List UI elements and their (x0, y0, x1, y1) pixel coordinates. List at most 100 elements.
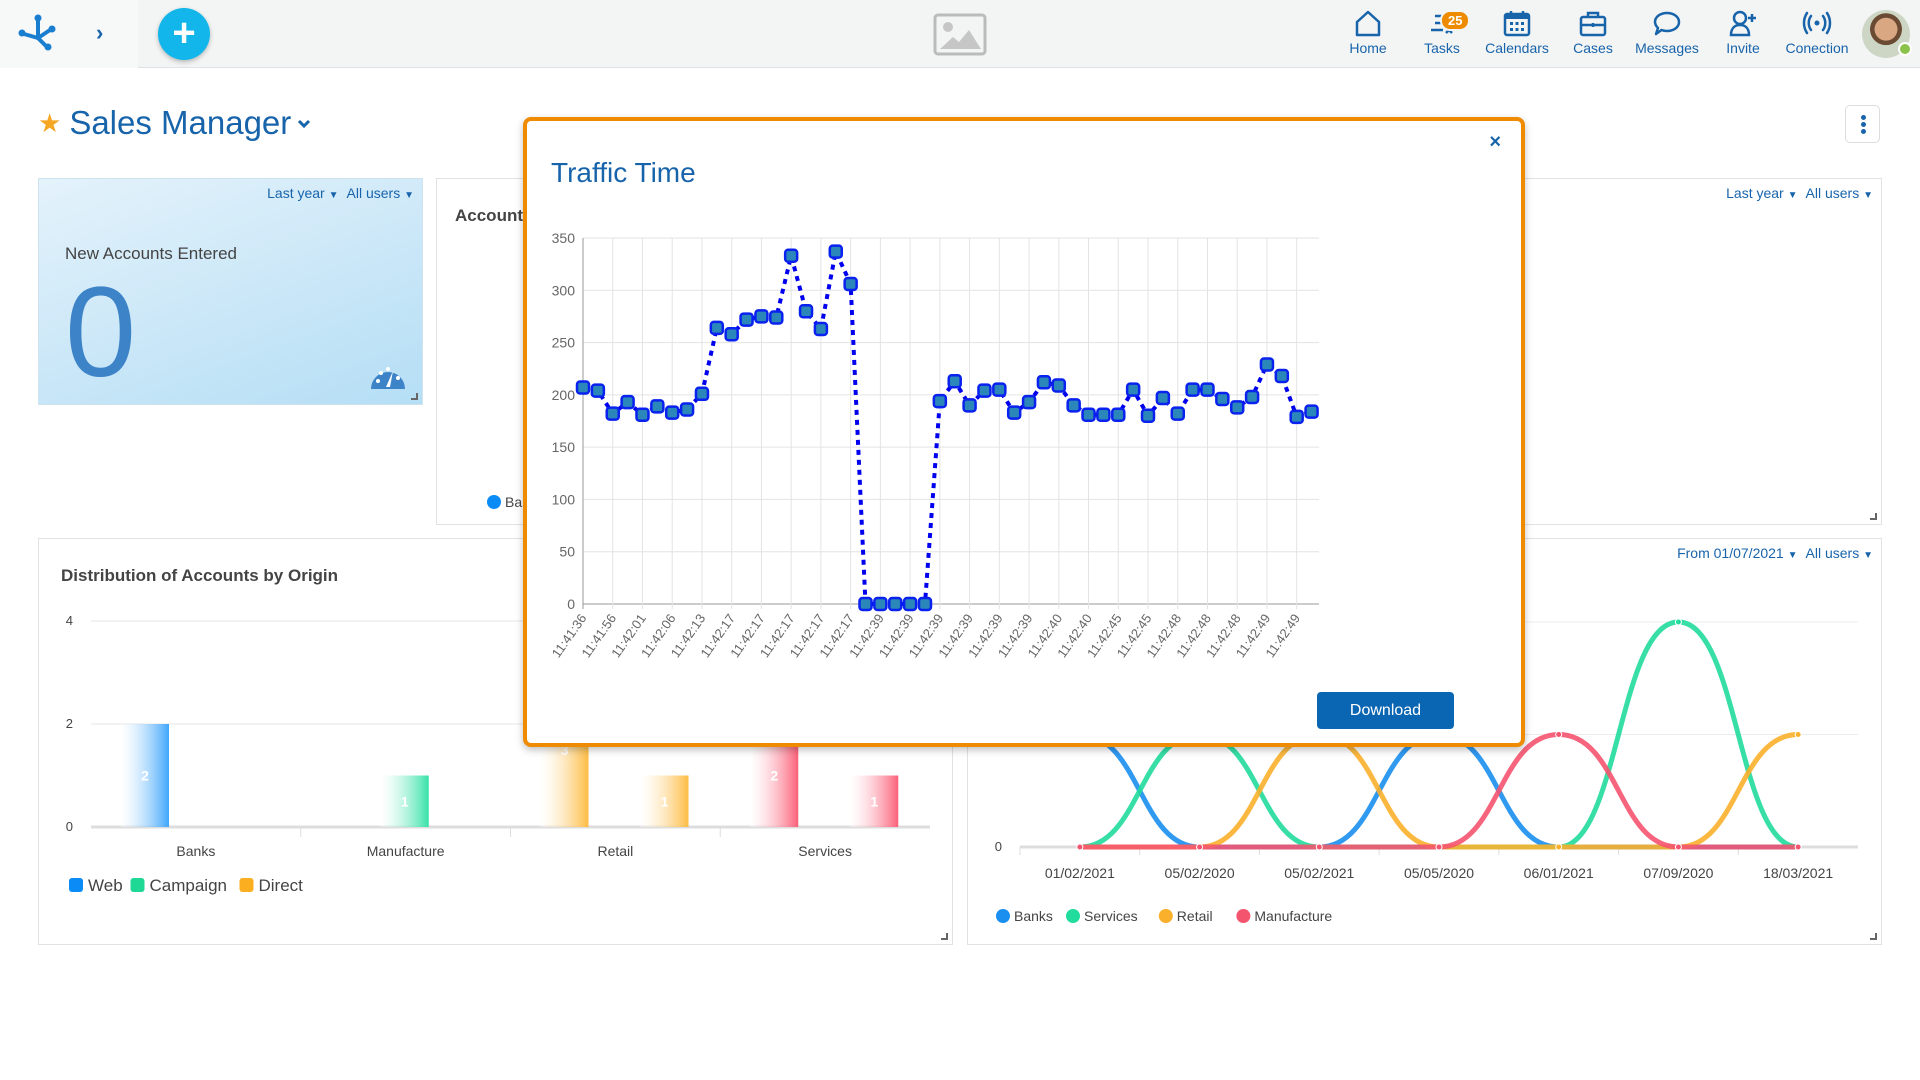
nav-label: Home (1349, 40, 1387, 56)
users-filter[interactable]: All users ▼ (347, 185, 414, 201)
nav-tasks[interactable]: 25 Tasks (1422, 8, 1471, 64)
y-tick-label: 4 (66, 613, 73, 628)
legend-label: Direct (259, 876, 304, 895)
briefcase-icon (1579, 11, 1607, 37)
expand-sidebar-button[interactable]: › (96, 20, 103, 46)
data-point (1096, 407, 1111, 422)
legend-label: Web (88, 876, 123, 895)
nav-messages[interactable]: Messages (1634, 8, 1700, 64)
data-point (1229, 400, 1245, 415)
data-point (694, 386, 710, 402)
add-button[interactable]: + (158, 8, 210, 60)
favorite-star-icon[interactable]: ★ (38, 108, 61, 139)
data-point (828, 244, 844, 259)
bar-value-label: 2 (770, 768, 778, 784)
data-point (1066, 398, 1081, 413)
users-filter[interactable]: All users ▼ (1806, 185, 1873, 201)
data-point (1555, 843, 1563, 851)
data-point (709, 320, 725, 336)
resize-handle[interactable] (1870, 513, 1877, 520)
data-point (992, 382, 1007, 397)
period-filter[interactable]: Last year ▼ (267, 185, 338, 201)
resize-handle[interactable] (941, 933, 948, 940)
data-point (650, 399, 665, 414)
legend-label: Retail (1177, 908, 1213, 924)
nav-cases[interactable]: Cases (1573, 8, 1613, 64)
data-point (932, 393, 948, 409)
chevron-down-icon: ▼ (404, 190, 414, 201)
traffic-line-chart: 05010015020025030035011:41:3611:41:5611:… (549, 230, 1319, 660)
download-button[interactable]: Download (1317, 692, 1454, 729)
x-category-label: 01/02/2021 (1045, 865, 1115, 881)
data-point (902, 596, 918, 612)
page-title[interactable]: ★ Sales Manager (38, 104, 311, 142)
nav-calendars[interactable]: Calendars (1485, 8, 1549, 64)
bar-value-label: 1 (661, 793, 669, 809)
traffic-time-modal: Traffic Time × 0 50 100 150 200 250 300 350 11:4… (523, 117, 1525, 747)
legend-swatch (239, 878, 254, 892)
nav-invite[interactable]: Invite (1724, 8, 1762, 64)
nav-conection[interactable]: Conection (1785, 8, 1849, 64)
chevron-down-icon[interactable] (297, 113, 311, 134)
legend-swatch (69, 878, 83, 892)
y-tick-label: 50 (559, 544, 575, 560)
data-point (1289, 409, 1304, 425)
data-point (1140, 408, 1156, 424)
data-point (1021, 394, 1037, 410)
data-point (1674, 843, 1682, 851)
data-point (1200, 382, 1215, 397)
widget-filters: Last year ▼ All users ▼ (1726, 185, 1873, 201)
home-icon (1355, 10, 1381, 37)
data-point (1196, 843, 1204, 851)
legend-item[interactable]: Ba (487, 494, 522, 510)
data-point (1006, 405, 1022, 420)
y-tick-label: 0 (567, 596, 575, 612)
x-category-label: Manufacture (367, 843, 445, 859)
data-point (813, 321, 829, 337)
legend-label: Ba (505, 494, 523, 510)
nav-home[interactable]: Home (1349, 8, 1387, 64)
data-point (1125, 382, 1141, 397)
more-options-button[interactable] (1845, 105, 1880, 143)
data-point (1435, 843, 1443, 851)
data-point (1674, 618, 1682, 626)
widget-filters: Last year ▼ All users ▼ (267, 185, 414, 201)
y-tick-label: 300 (552, 282, 576, 298)
nav-label: Cases (1573, 40, 1613, 56)
y-tick-label: 0 (66, 819, 73, 834)
data-point (917, 596, 933, 612)
app-logo-icon[interactable] (16, 12, 60, 52)
x-category-label: 07/09/2020 (1643, 865, 1713, 881)
nav-label: Calendars (1485, 40, 1549, 56)
data-point (1555, 731, 1563, 738)
legend-dot (1158, 909, 1173, 923)
nav-label: Invite (1726, 40, 1760, 56)
y-tick-label: 100 (552, 491, 576, 507)
period-filter[interactable]: Last year ▼ (1726, 185, 1797, 201)
data-point (590, 383, 606, 398)
resize-handle[interactable] (411, 393, 418, 400)
data-point (962, 398, 977, 413)
resize-handle[interactable] (1870, 933, 1877, 940)
chat-bubble-icon (1653, 11, 1681, 36)
y-tick-label: 150 (552, 439, 576, 455)
data-point (798, 303, 814, 319)
legend-dot (996, 909, 1010, 923)
period-filter-label: Last year (1726, 185, 1784, 201)
data-point (858, 596, 873, 612)
dot (1861, 122, 1866, 127)
chevron-down-icon: ▼ (1863, 190, 1873, 201)
nav-label: Conection (1785, 40, 1849, 56)
data-point (605, 406, 620, 421)
data-point (1315, 843, 1323, 851)
data-point (724, 326, 739, 342)
data-point (1051, 378, 1067, 393)
data-point (679, 402, 695, 417)
data-point (783, 248, 799, 264)
legend-dot (1236, 909, 1251, 923)
y-tick-label: 2 (66, 716, 73, 731)
tasks-count-badge: 25 (1440, 10, 1471, 31)
data-point (1155, 390, 1171, 406)
data-point (1244, 389, 1260, 405)
legend-label: Services (1084, 908, 1138, 924)
